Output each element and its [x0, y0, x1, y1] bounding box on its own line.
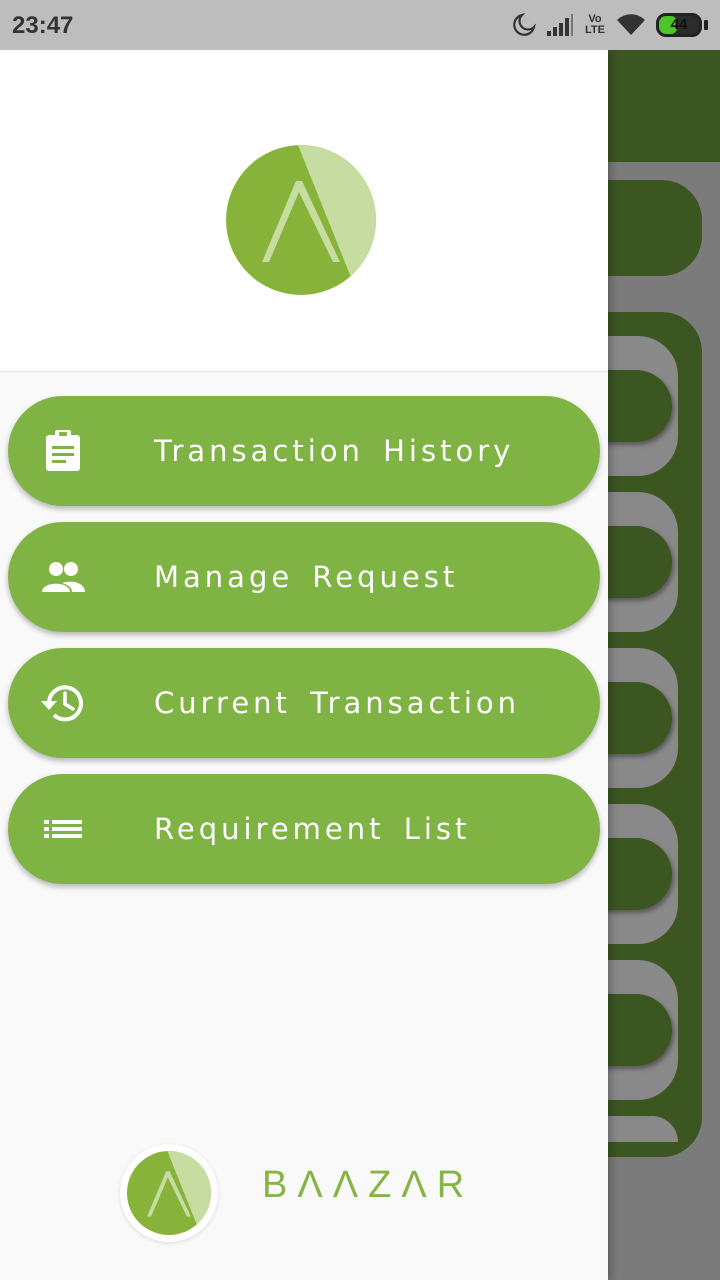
- navigation-drawer: Transaction History Manage Request Curre…: [0, 50, 608, 1280]
- menu-item-label: Manage Request: [154, 560, 459, 594]
- menu-item-requirement-list[interactable]: Requirement List: [8, 774, 600, 884]
- menu-item-label: Current Transaction: [154, 686, 521, 720]
- status-icons: Vo LTE 44: [512, 10, 708, 40]
- footer-logo: [120, 1144, 218, 1242]
- wifi-icon: [617, 14, 645, 36]
- menu-item-transaction-history[interactable]: Transaction History: [8, 396, 600, 506]
- history-icon: [41, 685, 83, 722]
- list-icon: [44, 820, 82, 838]
- signal-icon: [547, 14, 573, 36]
- status-bar: 23:47 Vo LTE 44: [0, 0, 720, 50]
- people-icon: [42, 562, 85, 592]
- drawer-menu: Transaction History Manage Request Curre…: [8, 396, 600, 900]
- battery-percent: 44: [670, 16, 688, 33]
- brand-name: BΛΛZΛR: [262, 1164, 475, 1206]
- battery-tip: [704, 20, 708, 30]
- menu-item-current-transaction[interactable]: Current Transaction: [8, 648, 600, 758]
- battery-icon: 44: [656, 13, 702, 37]
- menu-item-manage-request[interactable]: Manage Request: [8, 522, 600, 632]
- app-logo: [226, 145, 376, 295]
- network-label: Vo LTE: [585, 13, 605, 36]
- footer-brand: BΛΛZΛR: [120, 1144, 500, 1242]
- menu-item-label: Requirement List: [154, 812, 471, 846]
- clipboard-icon: [46, 430, 80, 471]
- moon-icon: [513, 13, 536, 36]
- status-time: 23:47: [12, 12, 74, 39]
- menu-item-label: Transaction History: [154, 434, 515, 468]
- drawer-header: [0, 50, 608, 372]
